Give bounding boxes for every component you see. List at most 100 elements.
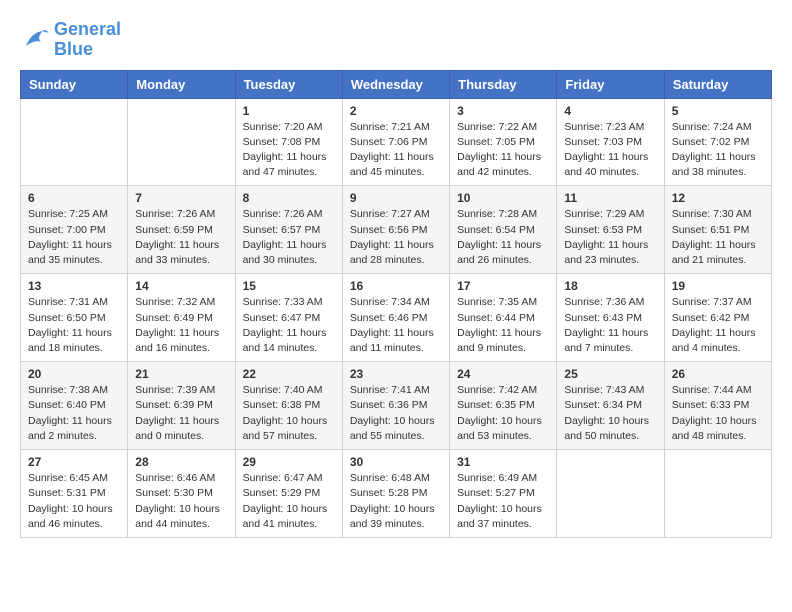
day-info: Sunrise: 6:46 AM Sunset: 5:30 PM Dayligh… [135, 471, 227, 532]
day-number: 4 [564, 104, 656, 118]
day-info: Sunrise: 6:49 AM Sunset: 5:27 PM Dayligh… [457, 471, 549, 532]
day-number: 26 [672, 367, 764, 381]
day-info: Sunrise: 7:43 AM Sunset: 6:34 PM Dayligh… [564, 383, 656, 444]
day-number: 24 [457, 367, 549, 381]
calendar-header-row: SundayMondayTuesdayWednesdayThursdayFrid… [21, 70, 772, 98]
calendar-week-row: 13 Sunrise: 7:31 AM Sunset: 6:50 PM Dayli… [21, 274, 772, 362]
calendar-cell: 24 Sunrise: 7:42 AM Sunset: 6:35 PM Dayli… [450, 362, 557, 450]
calendar-cell: 3 Sunrise: 7:22 AM Sunset: 7:05 PM Daylig… [450, 98, 557, 186]
calendar-cell: 13 Sunrise: 7:31 AM Sunset: 6:50 PM Dayli… [21, 274, 128, 362]
calendar-cell: 29 Sunrise: 6:47 AM Sunset: 5:29 PM Dayli… [235, 450, 342, 538]
day-number: 23 [350, 367, 442, 381]
day-info: Sunrise: 7:24 AM Sunset: 7:02 PM Dayligh… [672, 120, 764, 181]
weekday-header: Friday [557, 70, 664, 98]
calendar-cell: 26 Sunrise: 7:44 AM Sunset: 6:33 PM Dayli… [664, 362, 771, 450]
calendar-cell: 28 Sunrise: 6:46 AM Sunset: 5:30 PM Dayli… [128, 450, 235, 538]
day-number: 19 [672, 279, 764, 293]
calendar-cell: 20 Sunrise: 7:38 AM Sunset: 6:40 PM Dayli… [21, 362, 128, 450]
day-number: 1 [243, 104, 335, 118]
calendar-cell: 9 Sunrise: 7:27 AM Sunset: 6:56 PM Daylig… [342, 186, 449, 274]
day-info: Sunrise: 7:27 AM Sunset: 6:56 PM Dayligh… [350, 207, 442, 268]
logo: General Blue [20, 20, 121, 60]
day-info: Sunrise: 7:22 AM Sunset: 7:05 PM Dayligh… [457, 120, 549, 181]
day-info: Sunrise: 7:34 AM Sunset: 6:46 PM Dayligh… [350, 295, 442, 356]
day-number: 16 [350, 279, 442, 293]
weekday-header: Sunday [21, 70, 128, 98]
calendar-week-row: 27 Sunrise: 6:45 AM Sunset: 5:31 PM Dayli… [21, 450, 772, 538]
day-info: Sunrise: 7:40 AM Sunset: 6:38 PM Dayligh… [243, 383, 335, 444]
day-number: 2 [350, 104, 442, 118]
calendar-cell: 22 Sunrise: 7:40 AM Sunset: 6:38 PM Dayli… [235, 362, 342, 450]
calendar-cell: 23Sunrise: 7:41 AM Sunset: 6:36 PM Dayli… [342, 362, 449, 450]
weekday-header: Monday [128, 70, 235, 98]
logo-icon [20, 25, 50, 55]
day-number: 30 [350, 455, 442, 469]
calendar-cell [664, 450, 771, 538]
day-info: Sunrise: 7:44 AM Sunset: 6:33 PM Dayligh… [672, 383, 764, 444]
day-number: 9 [350, 191, 442, 205]
calendar-cell: 19 Sunrise: 7:37 AM Sunset: 6:42 PM Dayli… [664, 274, 771, 362]
day-info: Sunrise: 7:36 AM Sunset: 6:43 PM Dayligh… [564, 295, 656, 356]
calendar-cell [128, 98, 235, 186]
day-info: Sunrise: 6:47 AM Sunset: 5:29 PM Dayligh… [243, 471, 335, 532]
day-number: 3 [457, 104, 549, 118]
day-info: Sunrise: 6:48 AM Sunset: 5:28 PM Dayligh… [350, 471, 442, 532]
day-info: Sunrise: 7:39 AM Sunset: 6:39 PM Dayligh… [135, 383, 227, 444]
calendar-week-row: 20 Sunrise: 7:38 AM Sunset: 6:40 PM Dayli… [21, 362, 772, 450]
day-info: Sunrise: 7:38 AM Sunset: 6:40 PM Dayligh… [28, 383, 120, 444]
day-info: Sunrise: 7:31 AM Sunset: 6:50 PM Dayligh… [28, 295, 120, 356]
day-info: Sunrise: 7:23 AM Sunset: 7:03 PM Dayligh… [564, 120, 656, 181]
day-number: 21 [135, 367, 227, 381]
day-info: Sunrise: 7:30 AM Sunset: 6:51 PM Dayligh… [672, 207, 764, 268]
day-number: 31 [457, 455, 549, 469]
day-info: Sunrise: 7:35 AM Sunset: 6:44 PM Dayligh… [457, 295, 549, 356]
day-info: Sunrise: 7:20 AM Sunset: 7:08 PM Dayligh… [243, 120, 335, 181]
day-number: 20 [28, 367, 120, 381]
day-number: 17 [457, 279, 549, 293]
day-info: Sunrise: 7:28 AM Sunset: 6:54 PM Dayligh… [457, 207, 549, 268]
day-info: Sunrise: 7:26 AM Sunset: 6:59 PM Dayligh… [135, 207, 227, 268]
calendar-cell: 4 Sunrise: 7:23 AM Sunset: 7:03 PM Daylig… [557, 98, 664, 186]
calendar-cell: 16 Sunrise: 7:34 AM Sunset: 6:46 PM Dayli… [342, 274, 449, 362]
calendar-cell: 1 Sunrise: 7:20 AM Sunset: 7:08 PM Daylig… [235, 98, 342, 186]
calendar-week-row: 1 Sunrise: 7:20 AM Sunset: 7:08 PM Daylig… [21, 98, 772, 186]
day-number: 14 [135, 279, 227, 293]
day-number: 7 [135, 191, 227, 205]
calendar-table: SundayMondayTuesdayWednesdayThursdayFrid… [20, 70, 772, 538]
day-info: Sunrise: 7:21 AM Sunset: 7:06 PM Dayligh… [350, 120, 442, 181]
day-info: Sunrise: 7:25 AM Sunset: 7:00 PM Dayligh… [28, 207, 120, 268]
day-number: 29 [243, 455, 335, 469]
day-number: 10 [457, 191, 549, 205]
day-info: Sunrise: 7:29 AM Sunset: 6:53 PM Dayligh… [564, 207, 656, 268]
page-header: General Blue [20, 20, 772, 60]
weekday-header: Thursday [450, 70, 557, 98]
calendar-cell: 5Sunrise: 7:24 AM Sunset: 7:02 PM Daylig… [664, 98, 771, 186]
calendar-cell: 11Sunrise: 7:29 AM Sunset: 6:53 PM Dayli… [557, 186, 664, 274]
day-info: Sunrise: 7:37 AM Sunset: 6:42 PM Dayligh… [672, 295, 764, 356]
calendar-cell: 10 Sunrise: 7:28 AM Sunset: 6:54 PM Dayli… [450, 186, 557, 274]
day-info: Sunrise: 7:42 AM Sunset: 6:35 PM Dayligh… [457, 383, 549, 444]
calendar-cell: 2 Sunrise: 7:21 AM Sunset: 7:06 PM Daylig… [342, 98, 449, 186]
calendar-cell: 30 Sunrise: 6:48 AM Sunset: 5:28 PM Dayli… [342, 450, 449, 538]
day-number: 15 [243, 279, 335, 293]
day-info: Sunrise: 7:33 AM Sunset: 6:47 PM Dayligh… [243, 295, 335, 356]
day-number: 12 [672, 191, 764, 205]
day-number: 22 [243, 367, 335, 381]
calendar-cell [21, 98, 128, 186]
day-number: 25 [564, 367, 656, 381]
calendar-cell: 7 Sunrise: 7:26 AM Sunset: 6:59 PM Daylig… [128, 186, 235, 274]
calendar-cell: 17 Sunrise: 7:35 AM Sunset: 6:44 PM Dayli… [450, 274, 557, 362]
day-number: 13 [28, 279, 120, 293]
weekday-header: Tuesday [235, 70, 342, 98]
calendar-week-row: 6 Sunrise: 7:25 AM Sunset: 7:00 PM Daylig… [21, 186, 772, 274]
day-number: 6 [28, 191, 120, 205]
day-number: 27 [28, 455, 120, 469]
calendar-cell: 8 Sunrise: 7:26 AM Sunset: 6:57 PM Daylig… [235, 186, 342, 274]
day-number: 28 [135, 455, 227, 469]
calendar-cell: 12 Sunrise: 7:30 AM Sunset: 6:51 PM Dayli… [664, 186, 771, 274]
day-info: Sunrise: 7:26 AM Sunset: 6:57 PM Dayligh… [243, 207, 335, 268]
day-number: 8 [243, 191, 335, 205]
day-info: Sunrise: 6:45 AM Sunset: 5:31 PM Dayligh… [28, 471, 120, 532]
calendar-cell: 27 Sunrise: 6:45 AM Sunset: 5:31 PM Dayli… [21, 450, 128, 538]
calendar-cell [557, 450, 664, 538]
